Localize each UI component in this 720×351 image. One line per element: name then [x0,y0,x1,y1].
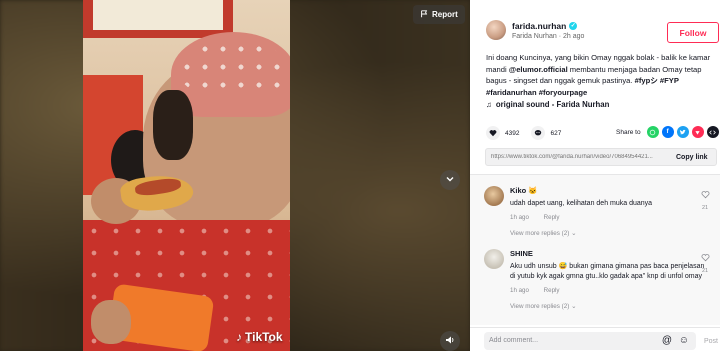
video-url-text[interactable]: https://www.tiktok.com/@farida.nurhan/vi… [486,154,671,160]
comment-bubble-icon [534,124,542,142]
like-count: 4392 [505,129,520,137]
tiktok-watermark-text: TikTok [245,330,283,344]
copy-link-button[interactable]: Copy link [671,154,708,161]
chevron-down-icon: ⌄ [571,230,577,237]
report-label: Report [432,10,458,19]
facebook-share-icon[interactable]: f [661,126,674,138]
heart-outline-icon [701,186,710,203]
reply-button[interactable]: Reply [544,214,560,221]
engagement-actions: 4392 627 [486,126,573,140]
comment-count: 627 [550,129,562,137]
chevron-down-icon [445,171,455,189]
comment-time: 1h ago [510,287,529,294]
video-caption: Ini doang Kuncinya, yang bikin Omay ngga… [486,52,714,98]
post-comment-button[interactable]: Post [704,338,718,345]
sound-link[interactable]: ♫ original sound - Farida Nurhan [486,100,609,109]
comment-button[interactable] [531,124,546,142]
comment-time: 1h ago [510,214,529,221]
comment-input[interactable]: Add comment... @ ☺ [484,332,696,350]
author-info[interactable]: farida.nurhan ✓ Farida Nurhan · 2h ago [486,20,584,40]
author-username-text: farida.nurhan [512,20,567,31]
verified-badge-icon: ✓ [569,21,578,30]
author-avatar[interactable] [486,20,506,40]
comment-avatar[interactable] [484,249,504,269]
music-note-icon: ♫ [486,100,492,109]
comment-author[interactable]: Kiko 🐱 [510,186,710,195]
embed-share-icon[interactable] [706,126,719,138]
next-video-button[interactable] [440,170,460,190]
author-username[interactable]: farida.nurhan ✓ [512,21,584,31]
share-label: Share to [616,128,641,136]
view-more-replies-button[interactable]: View more replies (2) ⌄ [510,303,710,310]
share-row: Share to f [616,126,719,138]
speaker-icon [445,332,455,350]
comment-author[interactable]: SHINE [510,249,710,258]
comment-text: udah dapet uang, kelihatan deh muka duan… [510,200,653,207]
volume-button[interactable] [440,331,460,351]
view-more-replies-button[interactable]: View more replies (2) ⌄ [510,230,710,237]
follow-button[interactable]: Follow [667,22,719,43]
tiktok-watermark: ♪ TikTok [236,330,283,344]
emoji-icon[interactable]: ☺ [679,335,689,346]
pinterest-share-icon[interactable] [691,126,704,138]
caption-mention-link[interactable]: @elumor.official [509,65,568,74]
heart-outline-icon [701,249,710,266]
comment-like-button[interactable]: 21 [698,186,712,211]
comment-like-button[interactable]: 21 [698,249,712,274]
tiktok-logo-icon: ♪ [236,330,242,344]
chevron-down-icon: ⌄ [571,303,577,310]
add-comment-bar: Add comment... @ ☺ Post [470,327,720,351]
flag-icon [420,9,428,20]
tiktok-video-page: ♪ TikTok Report farida.nurhan ✓ Farida N… [0,0,720,351]
video-player[interactable] [83,0,290,351]
twitter-share-icon[interactable] [676,126,689,138]
sound-label: original sound - Farida Nurhan [495,100,610,109]
comment-like-count: 21 [701,205,709,211]
video-info-panel: farida.nurhan ✓ Farida Nurhan · 2h ago F… [470,0,720,351]
comment-placeholder: Add comment... [489,337,539,344]
heart-icon [489,124,497,142]
reply-button[interactable]: Reply [544,287,560,294]
whatsapp-share-icon[interactable] [646,126,659,138]
video-link-box: https://www.tiktok.com/@farida.nurhan/vi… [485,148,717,166]
report-button[interactable]: Report [413,5,465,24]
comment-text: Aku udh unsub 😅 bukan gimana gimana pas … [510,263,705,280]
comment-like-count: 21 [701,268,709,274]
video-area[interactable]: ♪ TikTok Report [0,0,470,351]
author-subline: Farida Nurhan · 2h ago [512,32,585,40]
comment-list[interactable]: Kiko 🐱 udah dapet uang, kelihatan deh mu… [470,175,720,325]
author-display-name: Farida Nurhan [512,32,557,40]
mention-icon[interactable]: @ [662,335,672,346]
post-time: 2h ago [562,32,585,40]
like-button[interactable] [486,126,500,140]
comment-avatar[interactable] [484,186,504,206]
